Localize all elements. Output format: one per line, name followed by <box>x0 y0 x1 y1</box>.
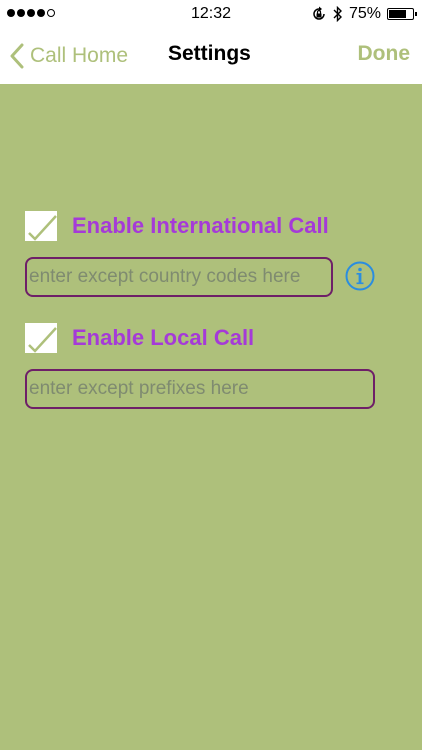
battery-percentage: 75% <box>348 5 381 22</box>
checkmark-icon <box>28 215 57 241</box>
local-call-label[interactable]: Enable Local Call <box>72 325 254 351</box>
battery-icon <box>387 8 417 20</box>
info-icon[interactable] <box>345 261 375 291</box>
international-call-label[interactable]: Enable International Call <box>72 213 329 239</box>
rotation-lock-icon <box>313 6 325 20</box>
country-codes-input[interactable] <box>25 257 333 297</box>
checkmark-icon <box>28 327 57 353</box>
international-call-checkbox[interactable] <box>25 211 57 241</box>
back-button-label: Call Home <box>30 44 129 67</box>
page-title: Settings <box>168 42 251 65</box>
done-button[interactable]: Done <box>358 42 411 66</box>
navigation-bar: Call Home Settings Done <box>0 28 422 84</box>
local-call-checkbox[interactable] <box>25 323 57 353</box>
prefixes-input[interactable] <box>25 369 375 409</box>
battery-level <box>389 10 407 18</box>
back-button[interactable]: Call Home <box>10 40 128 72</box>
status-bar: 12:32 75% <box>0 0 422 28</box>
bluetooth-icon <box>333 6 342 22</box>
chevron-left-icon <box>10 43 24 69</box>
